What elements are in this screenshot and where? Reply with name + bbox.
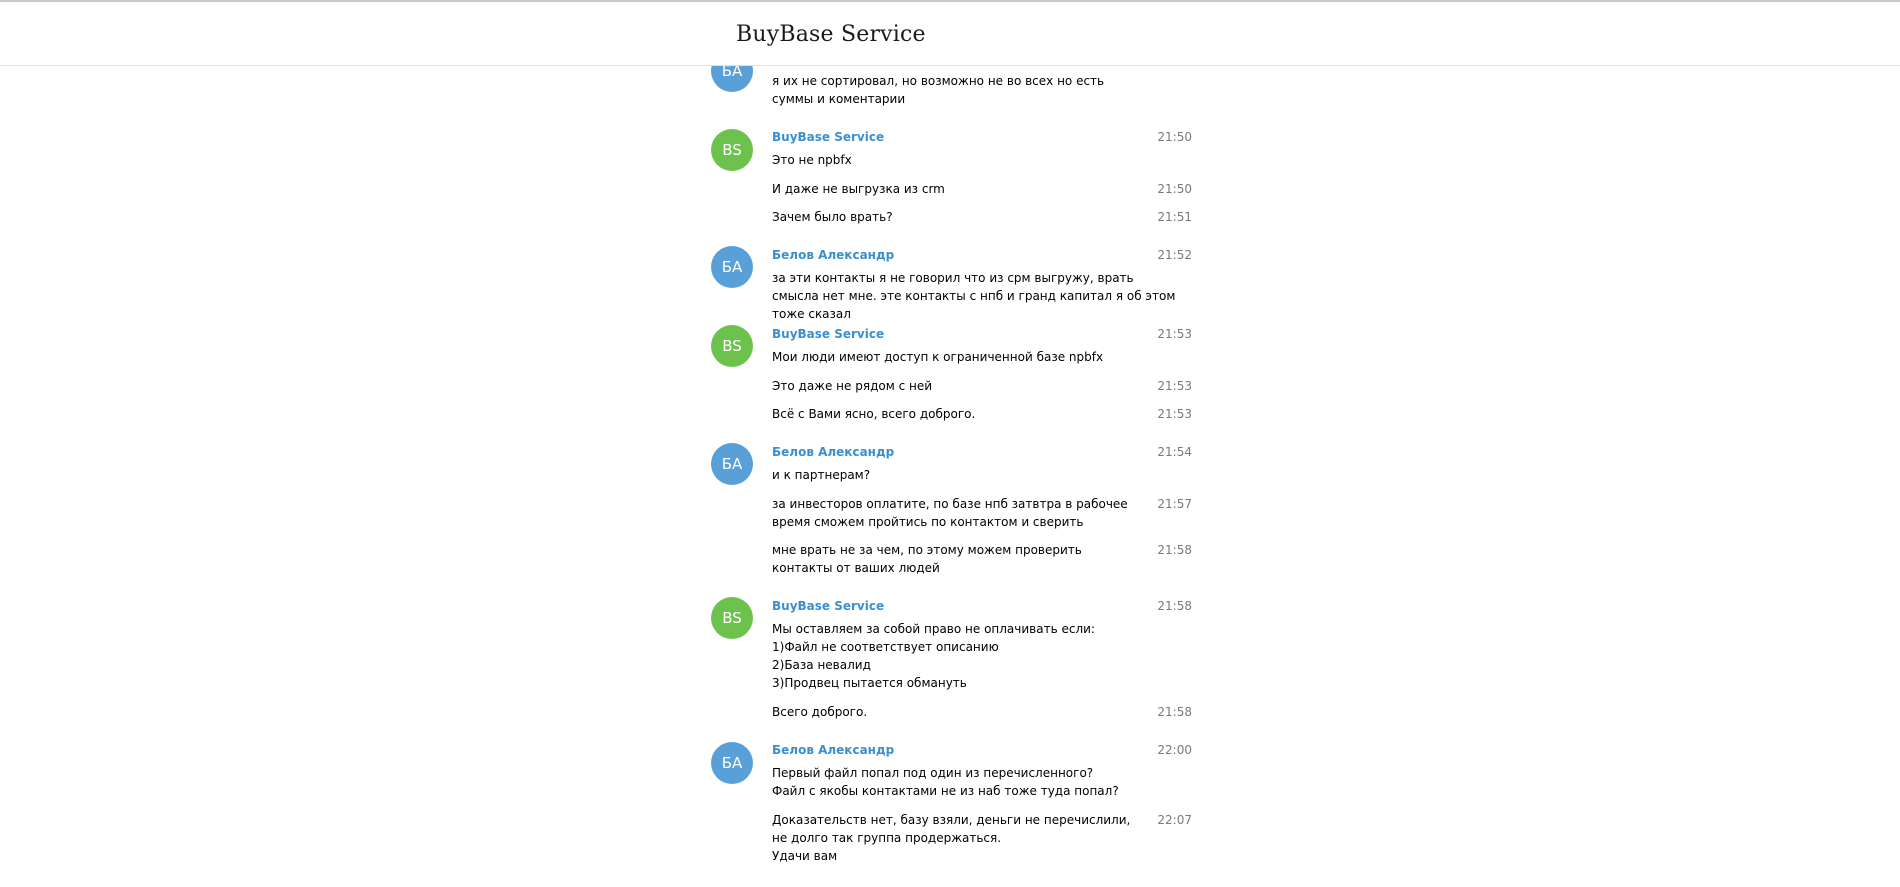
message: BuyBase Service 21:58 Мы оставляем за со…	[772, 597, 1192, 692]
message-text: Мы оставляем за собой право не оплачиват…	[772, 622, 1095, 690]
sender-name[interactable]: Белов Александр	[772, 741, 1192, 759]
message-time: 21:50	[1157, 130, 1192, 144]
message-time: 21:58	[1157, 599, 1192, 613]
message-time: 21:57	[1157, 497, 1192, 511]
message-time: 21:54	[1157, 445, 1192, 459]
message-time: 21:58	[1157, 705, 1192, 719]
sender-name[interactable]: Белов Александр	[772, 443, 1192, 461]
message-text: Зачем было врать?	[772, 210, 893, 224]
message-time: 21:58	[1157, 543, 1192, 557]
message-history[interactable]: БА я их не сортировал, но возможно не во…	[0, 66, 1900, 887]
message: BuyBase Service 21:50 Это не npbfx	[772, 128, 1192, 169]
message: Белов Александр 22:00 Первый файл попал …	[772, 741, 1192, 800]
message-text: Это даже не рядом с ней	[772, 379, 933, 393]
message-text: Всё с Вами ясно, всего доброго.	[772, 407, 976, 421]
message: я их не сортировал, но возможно не во вс…	[772, 72, 1192, 108]
message: 21:58 Всего доброго.	[772, 703, 1192, 721]
sender-name[interactable]: BuyBase Service	[772, 597, 1192, 615]
message: 21:51 Зачем было врать?	[772, 208, 1192, 226]
avatar[interactable]: БА	[711, 443, 753, 485]
message: 21:58 мне врать не за чем, по этому може…	[772, 541, 1192, 577]
avatar[interactable]: БА	[711, 66, 753, 92]
avatar[interactable]: BS	[711, 129, 753, 171]
message-text: и к партнерам?	[772, 468, 871, 482]
message-text: Доказательств нет, базу взяли, деньги не…	[772, 813, 1131, 863]
message: 21:53 Всё с Вами ясно, всего доброго.	[772, 405, 1192, 423]
message-time: 22:00	[1157, 743, 1192, 757]
message-text: Всего доброго.	[772, 705, 868, 719]
message-time: 21:50	[1157, 182, 1192, 196]
message-text: за инвесторов оплатите, по базе нпб затв…	[772, 497, 1128, 529]
message-text: мне врать не за чем, по этому можем пров…	[772, 543, 1082, 575]
sender-name[interactable]: BuyBase Service	[772, 128, 1192, 146]
message-text: Мои люди имеют доступ к ограниченной баз…	[772, 350, 1104, 364]
message-time: 21:53	[1157, 327, 1192, 341]
message: BuyBase Service 21:53 Мои люди имеют дос…	[772, 325, 1192, 366]
message-time: 21:52	[1157, 248, 1192, 262]
sender-name[interactable]: BuyBase Service	[772, 325, 1192, 343]
avatar[interactable]: БА	[711, 246, 753, 288]
message: 21:50 И даже не выгрузка из crm	[772, 180, 1192, 198]
message: 21:53 Это даже не рядом с ней	[772, 377, 1192, 395]
avatar[interactable]: BS	[711, 325, 753, 367]
message-time: 21:51	[1157, 210, 1192, 224]
message: Белов Александр 21:54 и к партнерам?	[772, 443, 1192, 484]
message: 22:07 Доказательств нет, базу взяли, ден…	[772, 811, 1192, 865]
message-time: 22:07	[1157, 813, 1192, 827]
message: 21:57 за инвесторов оплатите, по базе нп…	[772, 495, 1192, 531]
message-time: 21:53	[1157, 407, 1192, 421]
chat-header: BuyBase Service	[0, 2, 1900, 66]
message-text: И даже не выгрузка из crm	[772, 182, 945, 196]
message-text: Это не npbfx	[772, 153, 852, 167]
avatar[interactable]: BS	[711, 597, 753, 639]
message: Белов Александр 21:52 за эти контакты я …	[772, 246, 1192, 323]
message-time: 21:53	[1157, 379, 1192, 393]
message-text: я их не сортировал, но возможно не во вс…	[772, 74, 1105, 106]
message-text: Первый файл попал под один из перечислен…	[772, 766, 1119, 798]
page-title: BuyBase Service	[736, 22, 926, 47]
sender-name[interactable]: Белов Александр	[772, 246, 1192, 264]
avatar[interactable]: БА	[711, 742, 753, 784]
message-text: за эти контакты я не говорил что из срм …	[772, 271, 1176, 321]
